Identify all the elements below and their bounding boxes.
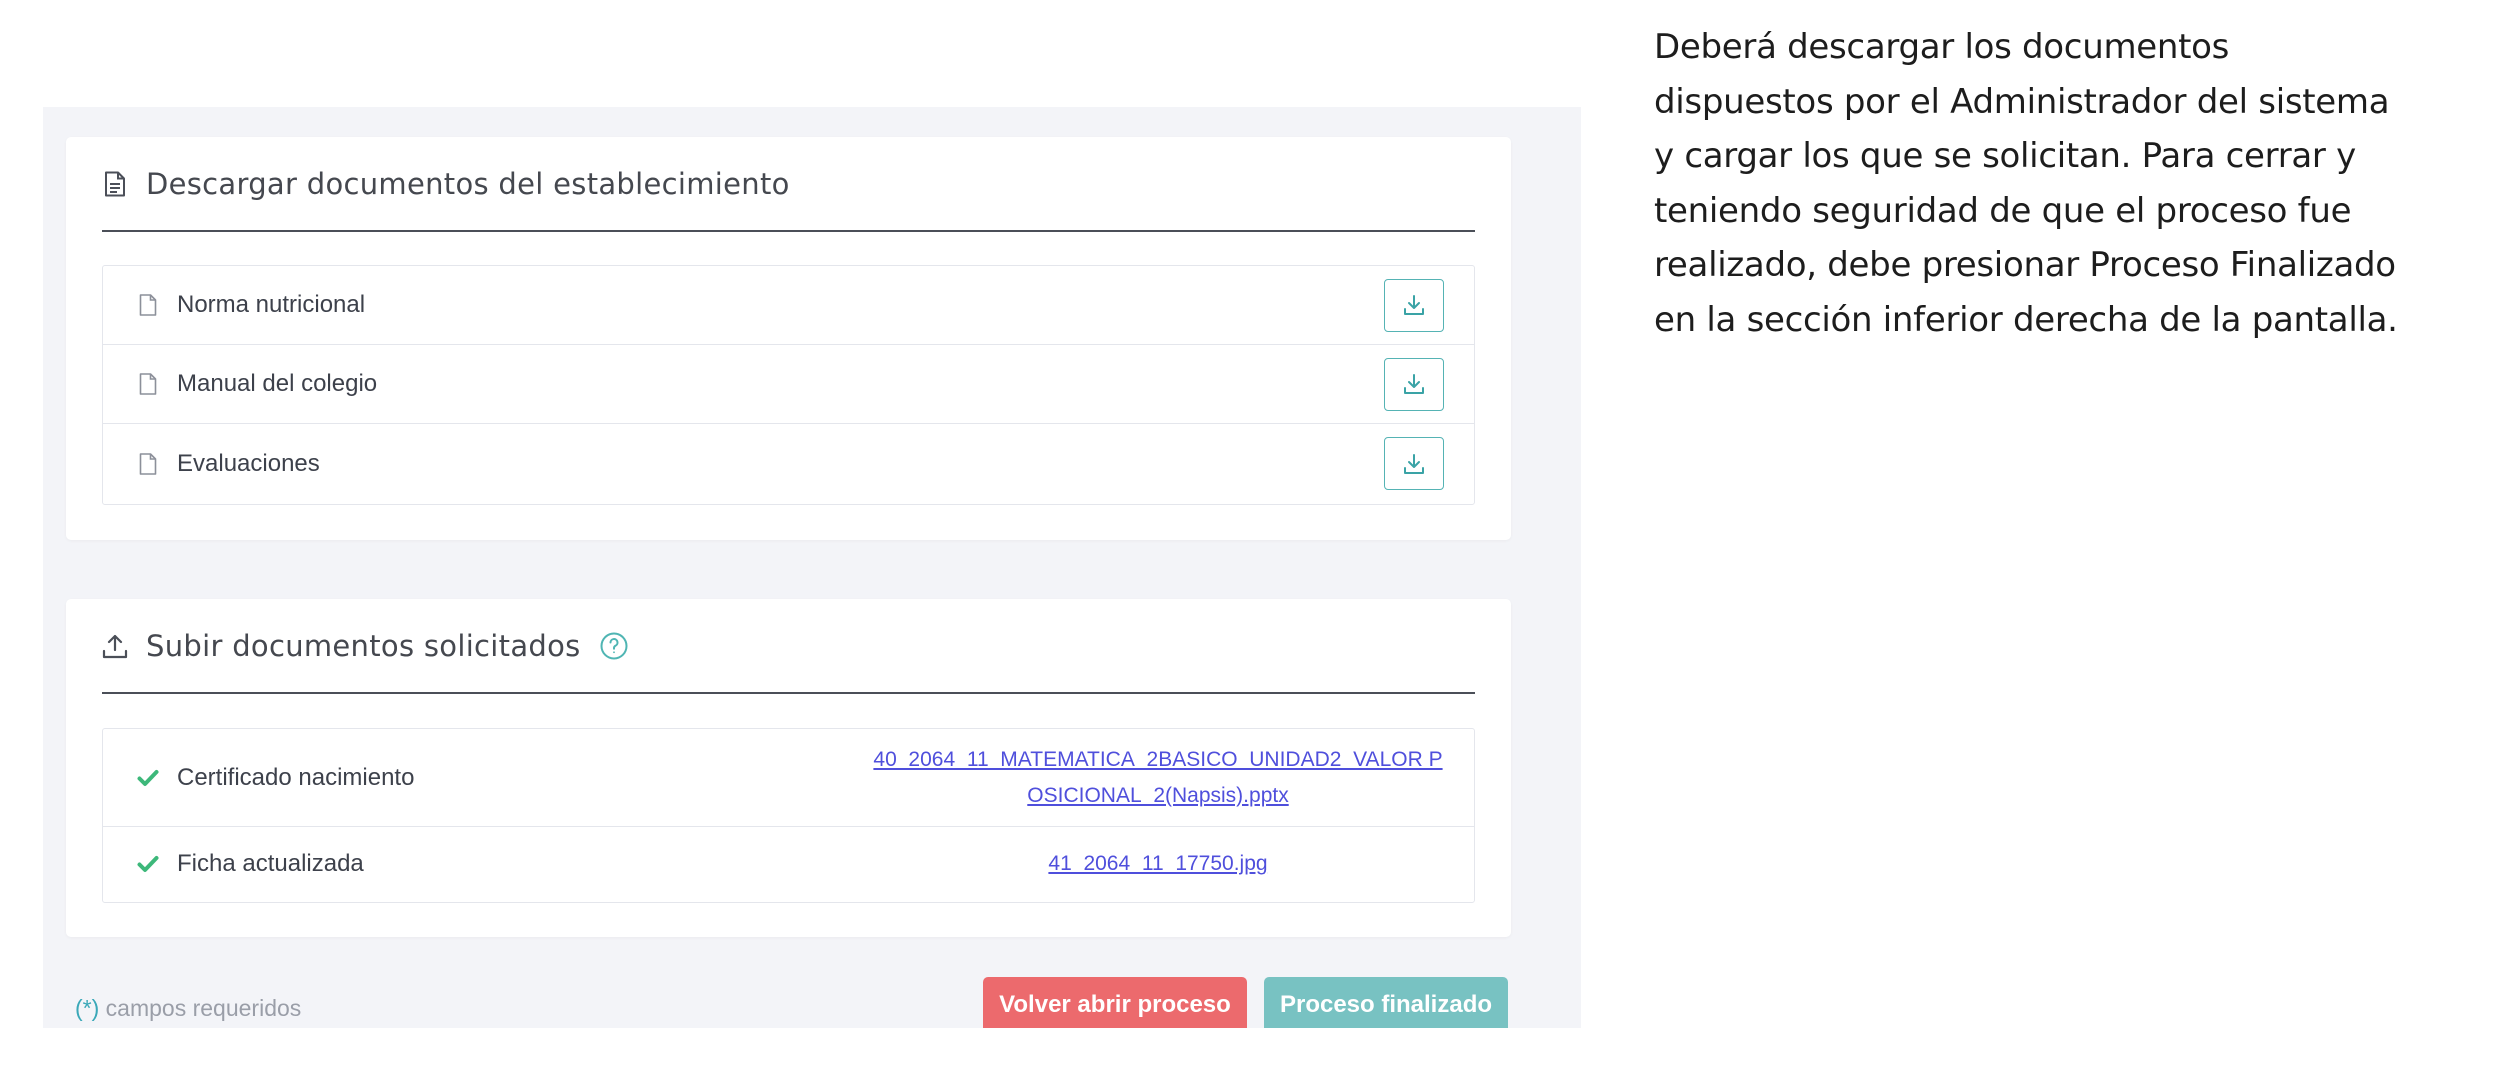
list-item: Ficha actualizada 41_2064_11_17750.jpg bbox=[103, 827, 1474, 901]
upload-card-header: Subir documentos solicitados bbox=[102, 599, 1475, 694]
required-asterisk: (*) bbox=[75, 995, 100, 1021]
check-icon bbox=[137, 852, 159, 876]
list-item: Certificado nacimiento 40_2064_11_MATEMA… bbox=[103, 729, 1474, 827]
uploaded-file-link[interactable]: 40_2064_11_MATEMATICA_2BASICO_UNIDAD2_VA… bbox=[868, 742, 1448, 814]
process-panel: Descargar documentos del establecimiento… bbox=[43, 107, 1581, 1028]
download-list: Norma nutricional Manual del colegio Eva… bbox=[102, 265, 1475, 505]
file-icon bbox=[137, 452, 159, 476]
upload-card-title: Subir documentos solicitados bbox=[146, 628, 581, 663]
upload-icon bbox=[102, 631, 128, 661]
download-icon bbox=[1404, 295, 1424, 315]
file-icon bbox=[137, 293, 159, 317]
uploaded-file-link[interactable]: 41_2064_11_17750.jpg bbox=[868, 846, 1448, 882]
instructions-text: Deberá descargar los documentos dispuest… bbox=[1654, 27, 2398, 340]
download-documents-card: Descargar documentos del establecimiento… bbox=[66, 137, 1511, 540]
document-name: Evaluaciones bbox=[177, 449, 320, 477]
list-item: Evaluaciones bbox=[103, 424, 1474, 503]
download-card-title: Descargar documentos del establecimiento bbox=[146, 166, 790, 201]
file-icon bbox=[137, 372, 159, 396]
upload-list: Certificado nacimiento 40_2064_11_MATEMA… bbox=[102, 728, 1475, 903]
required-fields-text: campos requeridos bbox=[99, 995, 302, 1021]
required-document-name: Certificado nacimiento bbox=[177, 763, 415, 791]
download-icon bbox=[1404, 374, 1424, 394]
download-button[interactable] bbox=[1384, 437, 1444, 490]
download-icon bbox=[1404, 453, 1424, 474]
document-name: Norma nutricional bbox=[177, 291, 366, 318]
required-document-name: Ficha actualizada bbox=[177, 850, 364, 877]
reopen-process-button[interactable]: Volver abrir proceso bbox=[983, 977, 1247, 1028]
download-button[interactable] bbox=[1384, 357, 1444, 411]
check-icon bbox=[137, 766, 159, 790]
list-item: Norma nutricional bbox=[103, 266, 1474, 345]
document-name: Manual del colegio bbox=[177, 370, 378, 397]
finish-process-button[interactable]: Proceso finalizado bbox=[1264, 977, 1508, 1028]
required-fields-note: (*) campos requeridos bbox=[75, 995, 301, 1022]
upload-documents-card: Subir documentos solicitados Certificado… bbox=[66, 599, 1511, 937]
download-button[interactable] bbox=[1384, 278, 1444, 332]
download-card-header: Descargar documentos del establecimiento bbox=[102, 137, 1475, 232]
list-item: Manual del colegio bbox=[103, 345, 1474, 424]
document-icon bbox=[102, 169, 128, 199]
question-circle-icon[interactable] bbox=[599, 631, 629, 661]
